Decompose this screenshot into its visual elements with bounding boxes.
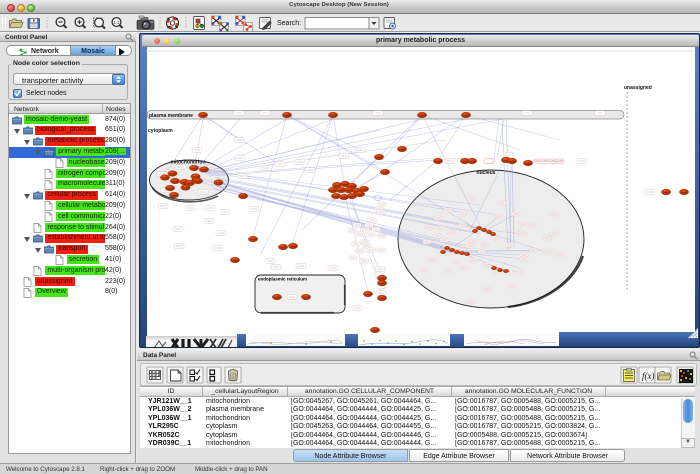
svg-text:mitochondrion: mitochondrion: [171, 160, 206, 166]
svg-text:endoplasmic reticulum: endoplasmic reticulum: [258, 277, 307, 282]
svg-text:unassigned: unassigned: [624, 85, 652, 91]
svg-text:nucleus: nucleus: [477, 170, 496, 176]
svg-text:cytoplasm: cytoplasm: [148, 128, 173, 134]
svg-text:Search:: Search:: [277, 20, 301, 27]
svg-text:plasma membrane: plasma membrane: [149, 113, 193, 119]
svg-text:f(x): f(x): [642, 371, 655, 381]
svg-text:1:1: 1:1: [113, 20, 120, 25]
